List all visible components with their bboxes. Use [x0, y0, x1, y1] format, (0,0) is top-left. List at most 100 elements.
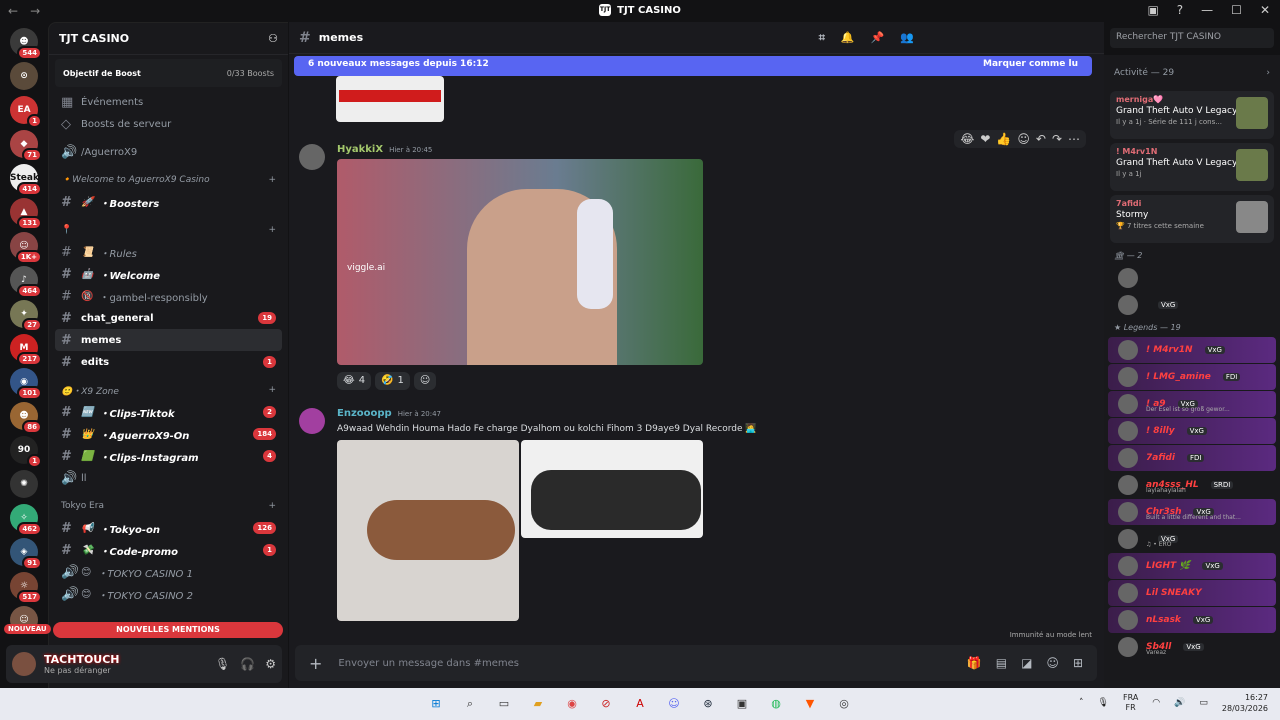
- mic-tray-icon[interactable]: 🎙: [1098, 698, 1109, 708]
- avatar[interactable]: [1118, 583, 1138, 603]
- clock-date[interactable]: 28/03/2026: [1222, 704, 1268, 713]
- member-item[interactable]: ! LMG_amine FDI: [1108, 364, 1276, 390]
- avatar[interactable]: [1118, 268, 1138, 288]
- reply-icon[interactable]: ↶: [1036, 132, 1046, 146]
- reaction[interactable]: ☺: [413, 372, 437, 390]
- member-item[interactable]: nLsask VxG: [1108, 607, 1276, 633]
- brave-icon[interactable]: ▼: [800, 694, 820, 714]
- reaction-thumbs-icon[interactable]: 👍: [996, 132, 1011, 146]
- reaction-heart-icon[interactable]: ❤: [980, 132, 990, 146]
- category-header[interactable]: Tokyo Era +: [49, 495, 288, 517]
- member-item[interactable]: Chr3sh VxG Built a little different and th…: [1108, 499, 1276, 525]
- member-item[interactable]: 7afidi FDI: [1108, 445, 1276, 471]
- activity-card[interactable]: merniga🩷 Grand Theft Auto V Legacy Il y a …: [1110, 91, 1274, 139]
- server-icon[interactable]: ✺: [10, 470, 38, 498]
- keyboard-layout[interactable]: FR: [1126, 703, 1136, 712]
- clock-time[interactable]: 16:27: [1245, 693, 1268, 702]
- category-header[interactable]: 🙂・X9 Zone +: [49, 379, 288, 401]
- reaction[interactable]: 😂 4: [337, 372, 372, 390]
- member-item[interactable]: ! 8illy VxG: [1108, 418, 1276, 444]
- category-header[interactable]: 🔸Welcome to AguerroX9 Casino +: [49, 169, 288, 191]
- mark-read-button[interactable]: Marquer comme lu: [983, 59, 1078, 73]
- avatar[interactable]: [1118, 610, 1138, 630]
- bell-icon[interactable]: 🔔: [841, 31, 855, 45]
- username[interactable]: TACHTOUCH: [44, 653, 120, 666]
- server-boosts-link[interactable]: ◇ Boosts de serveur: [49, 113, 288, 135]
- avatar[interactable]: [1118, 340, 1138, 360]
- chevron-up-icon[interactable]: ˄: [1079, 698, 1084, 708]
- gif-icon[interactable]: ▤: [996, 656, 1007, 670]
- new-mentions-button[interactable]: NOUVELLES MENTIONS: [53, 622, 283, 638]
- channel-item[interactable]: # memes: [55, 329, 282, 351]
- reaction[interactable]: 🤣 1: [375, 372, 410, 390]
- channel-item[interactable]: # 👑 ・AguerroX9-On 184: [49, 423, 288, 445]
- channel-item[interactable]: # 🔞 ・gambel-responsibly: [49, 285, 288, 307]
- video-embed[interactable]: viggle.ai: [337, 159, 703, 365]
- members-icon[interactable]: 👥: [900, 31, 914, 45]
- message-author[interactable]: Enzooopp: [337, 408, 392, 419]
- headphones-icon[interactable]: 🎧: [240, 657, 255, 671]
- help-icon[interactable]: ?: [1177, 3, 1183, 17]
- server-icon[interactable]: ☺ 1K+: [10, 232, 42, 264]
- avatar[interactable]: [299, 144, 325, 170]
- avatar[interactable]: [1118, 637, 1138, 657]
- microphone-icon[interactable]: 🎙: [215, 657, 230, 671]
- channel-item[interactable]: # 📢 ・Tokyo-on 126: [49, 517, 288, 539]
- capcut-icon[interactable]: ▣: [732, 694, 752, 714]
- boost-goal[interactable]: Objectif de Boost 0/33 Boosts: [55, 59, 282, 87]
- add-channel-icon[interactable]: +: [268, 175, 276, 185]
- avatar[interactable]: [1118, 502, 1138, 522]
- avatar[interactable]: [299, 408, 325, 434]
- avatar[interactable]: [1118, 394, 1138, 414]
- server-icon[interactable]: 90 1: [10, 436, 42, 468]
- spotify-icon[interactable]: ◍: [766, 694, 786, 714]
- channel-item[interactable]: # chat_general 19: [49, 307, 288, 329]
- voice-channel[interactable]: 🔊/AguerroX9: [49, 141, 288, 163]
- channel-item[interactable]: # 🟩 ・Clips-Instagram 4: [49, 445, 288, 467]
- server-icon[interactable]: ♪ 464: [10, 266, 42, 298]
- app-icon[interactable]: A: [630, 694, 650, 714]
- emoji-icon[interactable]: ☺: [1046, 656, 1059, 670]
- channel-item[interactable]: # 🤖 ・Welcome: [49, 263, 288, 285]
- settings-gear-icon[interactable]: ⚙: [265, 657, 276, 671]
- obs-icon[interactable]: ◎: [834, 694, 854, 714]
- server-icon[interactable]: EA 1: [10, 96, 42, 128]
- search-input[interactable]: Rechercher TJT CASINO: [1110, 28, 1274, 48]
- avatar[interactable]: [1118, 367, 1138, 387]
- activity-card[interactable]: 7afidi Stormy 🏆 7 titres cette semaine: [1110, 195, 1274, 243]
- sticker-icon[interactable]: ◪: [1021, 656, 1032, 670]
- guild-header[interactable]: TJT CASINO ⚇: [49, 23, 288, 55]
- pin-icon[interactable]: 📌: [871, 31, 885, 45]
- member-item[interactable]: [1108, 265, 1276, 291]
- channel-item[interactable]: # 📜 ・Rules: [49, 241, 288, 263]
- server-icon[interactable]: ⊙: [10, 62, 38, 90]
- composer-placeholder[interactable]: Envoyer un message dans #memes: [338, 658, 519, 669]
- member-item[interactable]: ! a9 VxG Der Esel ist so groß gewor...: [1108, 391, 1276, 417]
- avatar[interactable]: [1118, 421, 1138, 441]
- channel-item[interactable]: 🔊 😊 ・TOKYO CASINO 2: [49, 583, 288, 605]
- steam-icon[interactable]: ⊛: [698, 694, 718, 714]
- maximize-button[interactable]: ☐: [1231, 3, 1242, 17]
- previous-image[interactable]: [336, 76, 444, 122]
- server-icon[interactable]: ☻ 544: [10, 28, 42, 60]
- server-icon[interactable]: ◈ 91: [10, 538, 42, 570]
- battery-icon[interactable]: ▭: [1199, 698, 1208, 708]
- member-item[interactable]: Lil SNEAKY: [1108, 580, 1276, 606]
- lang-code[interactable]: FRA: [1123, 693, 1138, 702]
- forward-msg-icon[interactable]: ↷: [1052, 132, 1062, 146]
- channel-item[interactable]: # 🚀 ・Boosters: [49, 191, 288, 213]
- server-icon[interactable]: M 217: [10, 334, 42, 366]
- close-button[interactable]: ✕: [1260, 3, 1270, 17]
- image-attachment[interactable]: [521, 440, 703, 538]
- member-item[interactable]: an4sss_HL SRDI laylahaylalah: [1108, 472, 1276, 498]
- new-messages-bar[interactable]: 6 nouveaux messages depuis 16:12 Marquer …: [294, 56, 1092, 76]
- apps-icon[interactable]: ⊞: [1073, 656, 1083, 670]
- message-composer[interactable]: + Envoyer un message dans #memes 🎁 ▤ ◪ ☺ ⊞: [295, 645, 1097, 681]
- server-icon[interactable]: ◆ 71: [10, 130, 42, 162]
- reaction-laugh-icon[interactable]: 😂: [960, 132, 974, 146]
- minimize-button[interactable]: —: [1201, 3, 1213, 17]
- gift-icon[interactable]: 🎁: [967, 656, 982, 670]
- channel-item[interactable]: # 💸 ・Code-promo 1: [49, 539, 288, 561]
- avatar[interactable]: [1118, 556, 1138, 576]
- activity-card[interactable]: ! M4rv1N Grand Theft Auto V Legacy Il y a …: [1110, 143, 1274, 191]
